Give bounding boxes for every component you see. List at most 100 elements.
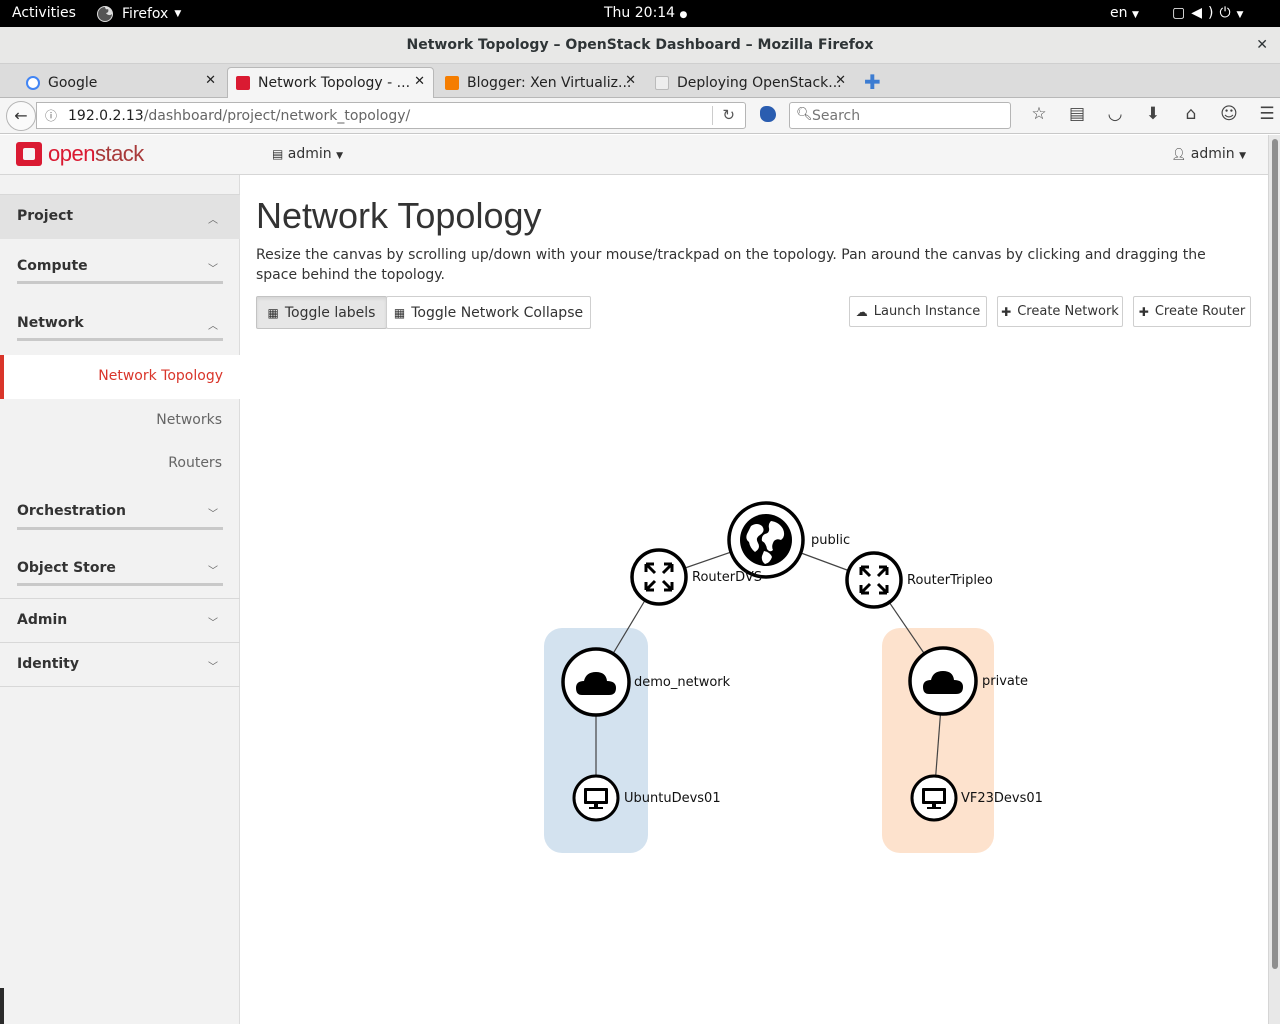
- topology-canvas[interactable]: public RouterDVS RouterTripleo demo_netw…: [240, 345, 1268, 1024]
- chevron-down-icon: ﹀: [208, 662, 218, 673]
- pocket-icon[interactable]: ◡: [1096, 104, 1134, 124]
- search-bar[interactable]: 🔍︎: [789, 102, 1011, 129]
- chat-icon[interactable]: ☺: [1210, 104, 1248, 124]
- navigation-toolbar: ⓘ 192.0.2.13/dashboard/project/network_t…: [0, 98, 1280, 134]
- sidebar-section-project[interactable]: Project ︿: [0, 195, 240, 239]
- address-bar[interactable]: ⓘ 192.0.2.13/dashboard/project/network_t…: [36, 102, 746, 129]
- close-tab-icon[interactable]: ✕: [835, 73, 846, 88]
- divider: [17, 338, 223, 341]
- extension-icon[interactable]: [760, 106, 776, 122]
- window-title-bar: Network Topology – OpenStack Dashboard –…: [0, 27, 1280, 64]
- sidebar-item-networks[interactable]: Networks: [156, 412, 222, 428]
- user-dropdown[interactable]: 👤︎ admin ▼: [1171, 146, 1246, 162]
- reload-icon[interactable]: ↻: [722, 106, 735, 124]
- chevron-down-icon: ﹀: [208, 509, 218, 520]
- chevron-up-icon: ︿: [208, 215, 218, 226]
- chevron-down-icon: ﹀: [208, 566, 218, 577]
- toggle-network-collapse-button[interactable]: ▦ Toggle Network Collapse: [386, 296, 591, 329]
- tab-google[interactable]: Google ✕: [18, 67, 224, 98]
- sidebar-item-network-topology[interactable]: Network Topology: [0, 355, 240, 399]
- plus-icon: ✚: [1001, 304, 1012, 319]
- url-text[interactable]: 192.0.2.13/dashboard/project/network_top…: [68, 108, 410, 124]
- app-menu-label: Firefox: [122, 6, 169, 22]
- power-icon: ⏻: [1219, 5, 1237, 21]
- bookmark-star-icon[interactable]: ☆: [1020, 104, 1058, 124]
- chevron-down-icon: ▼: [174, 9, 182, 19]
- reading-list-icon[interactable]: ▤: [1058, 104, 1096, 124]
- clock[interactable]: Thu 20:14 ●: [604, 5, 687, 21]
- node-circle: [630, 548, 688, 606]
- sidebar-section-compute[interactable]: Compute ﹀: [0, 239, 240, 287]
- close-window-icon[interactable]: ✕: [1256, 27, 1268, 64]
- page-title: Network Topology: [256, 195, 542, 236]
- divider: [17, 583, 223, 586]
- chevron-down-icon: ▼: [1131, 10, 1139, 20]
- page-description: Resize the canvas by scrolling up/down w…: [256, 247, 1206, 283]
- chevron-down-icon: ▼: [1236, 10, 1250, 20]
- project-dropdown[interactable]: ▤ admin ▼: [272, 146, 343, 162]
- download-icon[interactable]: ⬇: [1134, 104, 1172, 124]
- close-tab-icon[interactable]: ✕: [414, 74, 425, 89]
- system-status-icons[interactable]: ▢◀)⏻▼: [1172, 5, 1249, 21]
- firefox-icon: [97, 6, 113, 22]
- window-corner: [0, 988, 4, 1024]
- user-label: admin: [1190, 146, 1235, 162]
- sidebar-section-network[interactable]: Network ︿: [0, 297, 240, 341]
- main-content: Network Topology Resize the canvas by sc…: [240, 175, 1268, 1024]
- sidebar-section-identity[interactable]: Identity ﹀: [0, 643, 240, 686]
- scrollbar-thumb[interactable]: [1272, 139, 1278, 969]
- logo-text: openstack: [48, 141, 144, 167]
- create-router-button[interactable]: ✚ Create Router: [1133, 296, 1251, 327]
- toolbar-icons: ☆ ▤ ◡ ⬇ ⌂ ☺ ☰: [1020, 104, 1280, 124]
- site-info-icon[interactable]: ⓘ: [45, 107, 57, 124]
- sidebar-section-label: Admin: [17, 612, 68, 628]
- node-public[interactable]: public: [727, 501, 850, 579]
- close-tab-icon[interactable]: ✕: [625, 73, 636, 88]
- caret-down-icon: ▼: [336, 151, 344, 161]
- button-label: Toggle Network Collapse: [411, 304, 584, 321]
- sidebar-section-admin[interactable]: Admin ﹀: [0, 599, 240, 642]
- tab-network-topology[interactable]: Network Topology - ... ✕: [227, 67, 434, 98]
- system-top-bar: Activities Firefox ▼ Thu 20:14 ● en ▼ ▢◀…: [0, 0, 1280, 27]
- logo-text-stack: stack: [94, 141, 144, 166]
- language-menu[interactable]: en ▼: [1110, 5, 1139, 21]
- plus-icon: ✚: [1138, 304, 1149, 319]
- tab-deploying-openstack[interactable]: Deploying OpenStack... ✕: [647, 67, 854, 98]
- openstack-logo[interactable]: openstack: [16, 141, 144, 167]
- chevron-up-icon: ︿: [208, 321, 218, 332]
- button-label: Create Router: [1154, 304, 1246, 319]
- node-label: private: [982, 674, 1028, 689]
- sidebar-section-orchestration[interactable]: Orchestration ﹀: [0, 485, 240, 531]
- home-icon[interactable]: ⌂: [1172, 104, 1210, 124]
- url-path: /dashboard/project/network_topology/: [143, 108, 411, 124]
- divider: [712, 106, 713, 125]
- volume-icon: ◀): [1191, 5, 1220, 21]
- window-title: Network Topology – OpenStack Dashboard –…: [406, 37, 874, 53]
- create-network-button[interactable]: ✚ Create Network: [997, 296, 1123, 327]
- button-label: Launch Instance: [873, 304, 981, 319]
- node-label: public: [811, 533, 850, 548]
- page-scrollbar[interactable]: [1268, 135, 1280, 1024]
- tab-bar: Google ✕ Network Topology - ... ✕ Blogge…: [0, 64, 1280, 98]
- app-menu-button[interactable]: Firefox ▼: [96, 5, 181, 23]
- node-label: VF23Devs01: [961, 791, 1043, 806]
- search-input[interactable]: [812, 106, 1002, 125]
- back-button[interactable]: ←: [6, 101, 36, 131]
- toggle-labels-button[interactable]: ▦ Toggle labels: [256, 296, 387, 329]
- tab-blogger[interactable]: Blogger: Xen Virtualiz... ✕: [437, 67, 644, 98]
- launch-instance-button[interactable]: ☁ Launch Instance: [849, 296, 987, 327]
- url-host: 192.0.2.13: [68, 108, 144, 124]
- menu-icon[interactable]: ☰: [1248, 104, 1280, 124]
- node-label: demo_network: [634, 675, 731, 690]
- clock-label: Thu 20:14: [604, 5, 676, 21]
- chevron-down-icon: ﹀: [208, 618, 218, 629]
- project-label: admin: [287, 146, 332, 162]
- close-tab-icon[interactable]: ✕: [205, 73, 216, 88]
- activities-button[interactable]: Activities: [12, 5, 76, 21]
- chevron-down-icon: ﹀: [208, 264, 218, 275]
- arrow-left-icon: ←: [14, 106, 28, 125]
- sidebar-section-label: Project: [17, 208, 74, 224]
- node-router-tripleo[interactable]: RouterTripleo: [845, 551, 993, 609]
- new-tab-icon[interactable]: ✚: [864, 70, 881, 94]
- sidebar-item-routers[interactable]: Routers: [168, 455, 222, 471]
